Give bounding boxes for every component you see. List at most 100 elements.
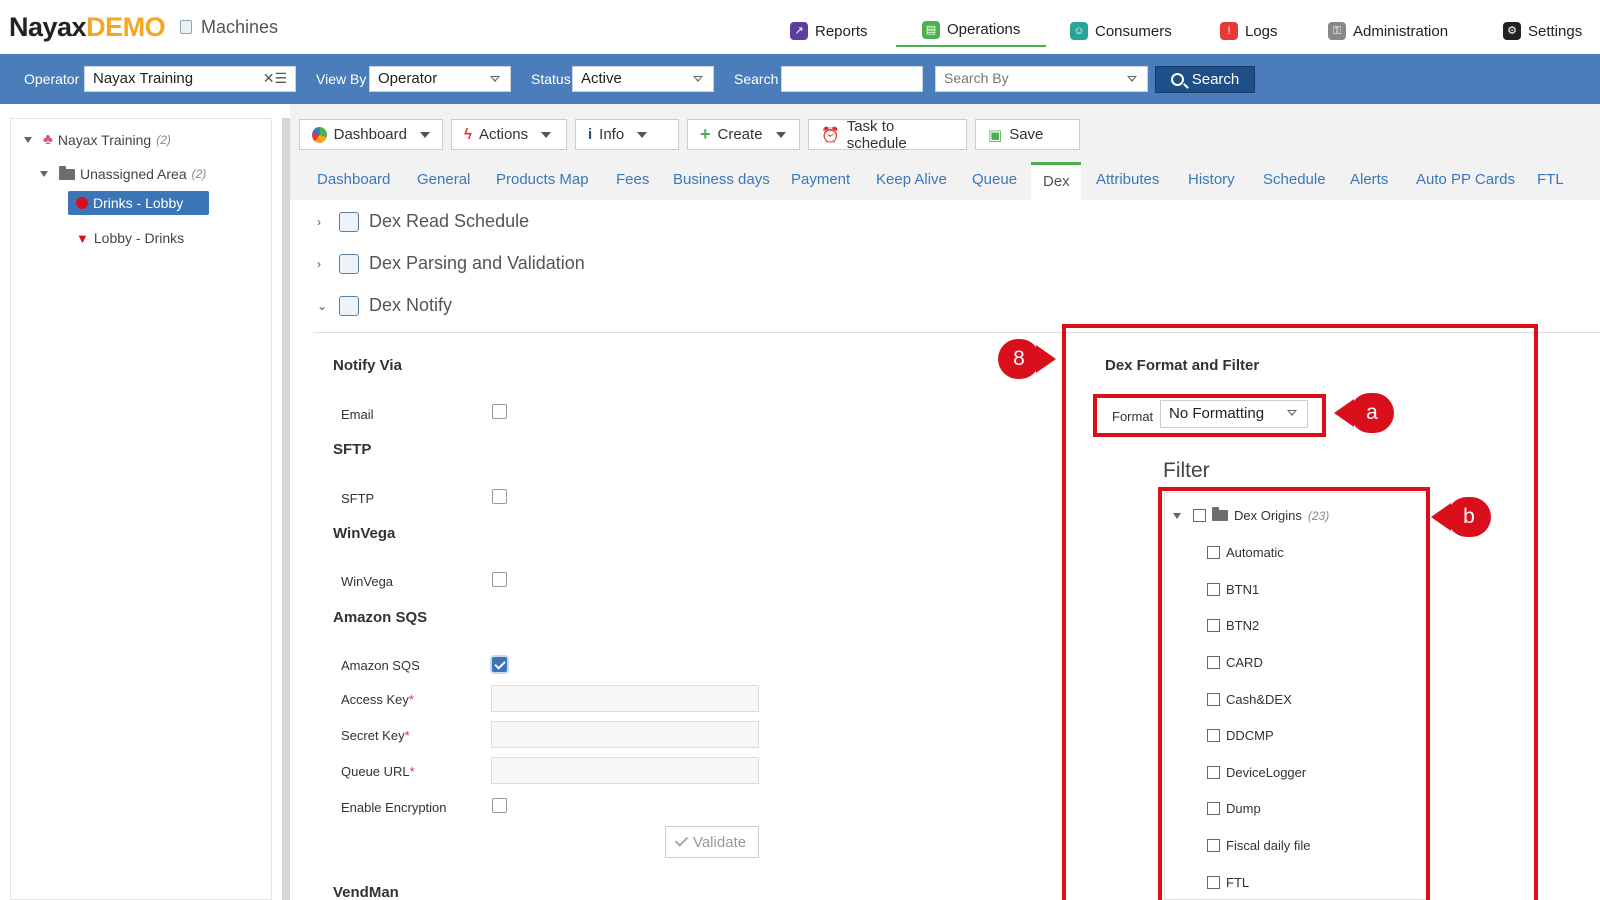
nav-operations[interactable]: ▤ Operations	[896, 14, 1047, 47]
clear-list-icon[interactable]: ✕☰	[263, 70, 287, 87]
chevron-down-icon	[490, 76, 500, 82]
search-label: Search	[734, 71, 779, 87]
tab-keep-alive[interactable]: Keep Alive	[876, 171, 947, 188]
tab-business-days[interactable]: Business days	[673, 171, 770, 188]
tree-machine-lobby-drinks[interactable]: ▼ Lobby - Drinks	[76, 230, 184, 246]
sftp-checkbox[interactable]	[492, 489, 507, 504]
winvega-heading: WinVega	[333, 525, 396, 542]
plus-icon: +	[700, 124, 711, 144]
nav-logs[interactable]: ! Logs	[1220, 15, 1278, 47]
search-input[interactable]	[781, 66, 923, 92]
operator-label: Operator	[24, 71, 80, 87]
nav-administration[interactable]: ⚿ Administration	[1328, 15, 1448, 47]
alert-icon	[76, 197, 88, 209]
nav-settings[interactable]: ⚙ Settings	[1503, 15, 1582, 47]
info-button[interactable]: i Info	[575, 119, 679, 150]
operator-field[interactable]: Nayax Training ✕☰	[84, 66, 296, 92]
tab-ftl[interactable]: FTL	[1537, 171, 1564, 188]
tab-general[interactable]: General	[417, 171, 470, 188]
search-by-select[interactable]: Search By	[935, 66, 1148, 92]
org-icon: ♣	[43, 131, 53, 148]
secret-key-label: Secret Key*	[341, 728, 410, 743]
secret-key-input[interactable]	[491, 721, 759, 748]
chevron-down-icon	[637, 131, 648, 138]
winvega-label: WinVega	[341, 574, 394, 589]
check-icon	[674, 833, 689, 847]
expand-icon[interactable]	[40, 171, 48, 177]
chevron-down-icon	[1127, 76, 1137, 82]
dashboard-button[interactable]: Dashboard	[299, 119, 443, 150]
create-button[interactable]: + Create	[687, 119, 800, 150]
operations-icon: ▤	[922, 20, 940, 39]
section-dex-read-schedule[interactable]: › Dex Read Schedule	[317, 211, 529, 232]
save-button[interactable]: ▣ Save	[975, 119, 1080, 150]
validate-button[interactable]: Validate	[665, 826, 759, 858]
queue-url-input[interactable]	[491, 757, 759, 784]
status-label: Status	[531, 71, 571, 87]
folder-icon	[59, 165, 75, 180]
viewby-select[interactable]: Operator	[369, 66, 511, 92]
chevron-down-icon	[420, 131, 430, 138]
winvega-checkbox[interactable]	[492, 572, 507, 587]
queue-url-label: Queue URL*	[341, 764, 415, 779]
pie-chart-icon	[312, 126, 327, 143]
chevron-down-icon: ⌄	[317, 298, 328, 313]
bolt-icon: ϟ	[464, 126, 472, 143]
nav-reports[interactable]: ↗ Reports	[790, 15, 868, 47]
email-label: Email	[341, 407, 374, 422]
machines-icon	[180, 20, 192, 34]
tab-queue[interactable]: Queue	[972, 171, 1017, 188]
settings-icon: ⚙	[1503, 22, 1521, 40]
vendman-heading: VendMan	[333, 884, 399, 900]
amazon-sqs-heading: Amazon SQS	[333, 609, 428, 626]
dex-schedule-icon	[339, 211, 359, 232]
access-key-label: Access Key*	[341, 692, 414, 707]
callout-b: b	[1431, 497, 1491, 537]
tree-machine-drinks-lobby[interactable]: Drinks - Lobby	[68, 191, 210, 215]
administration-icon: ⚿	[1328, 22, 1346, 40]
enable-encryption-checkbox[interactable]	[492, 798, 507, 813]
tab-products-map[interactable]: Products Map	[496, 171, 589, 188]
chevron-down-icon	[541, 131, 552, 138]
highlight-box-a	[1093, 394, 1326, 437]
actions-button[interactable]: ϟ Actions	[451, 119, 567, 150]
tab-payment[interactable]: Payment	[791, 171, 850, 188]
callout-8: 8	[998, 339, 1056, 379]
top-header: NayaxDEMO Machines ↗ Reports ▤ Operation…	[0, 0, 1600, 54]
dex-notify-icon	[339, 295, 359, 316]
tab-dex[interactable]: Dex	[1031, 162, 1081, 200]
email-checkbox[interactable]	[492, 404, 507, 419]
section-dex-notify[interactable]: ⌄ Dex Notify	[317, 295, 452, 316]
nav-consumers[interactable]: ☺ Consumers	[1070, 15, 1172, 47]
sftp-heading: SFTP	[333, 441, 372, 458]
info-icon: i	[588, 126, 593, 143]
task-to-schedule-button[interactable]: ⏰ Task to schedule	[808, 118, 967, 152]
chevron-down-icon	[775, 131, 786, 138]
section-dex-parsing[interactable]: › Dex Parsing and Validation	[317, 253, 585, 274]
nayax-logo[interactable]: NayaxDEMO	[9, 12, 166, 43]
tree-area-node[interactable]: Unassigned Area (2)	[40, 165, 206, 182]
search-button[interactable]: Search	[1155, 66, 1255, 93]
save-icon: ▣	[988, 126, 1003, 144]
tab-fees[interactable]: Fees	[616, 171, 649, 188]
tab-history[interactable]: History	[1188, 171, 1235, 188]
amazon-sqs-checkbox[interactable]	[492, 657, 507, 672]
consumers-icon: ☺	[1070, 22, 1088, 40]
panel-splitter[interactable]	[282, 118, 290, 900]
chevron-right-icon: ›	[317, 256, 321, 271]
tab-schedule[interactable]: Schedule	[1263, 171, 1326, 188]
reports-icon: ↗	[790, 22, 808, 40]
expand-icon[interactable]	[24, 136, 32, 143]
tab-alerts[interactable]: Alerts	[1350, 171, 1388, 188]
amazon-sqs-label: Amazon SQS	[341, 658, 420, 673]
access-key-input[interactable]	[491, 685, 759, 712]
filter-bar: Operator Nayax Training ✕☰ View By Opera…	[0, 54, 1600, 104]
tab-attributes[interactable]: Attributes	[1096, 171, 1159, 188]
notify-via-heading: Notify Via	[333, 357, 402, 374]
highlight-box-b	[1158, 487, 1430, 900]
tab-dashboard[interactable]: Dashboard	[317, 171, 390, 188]
alarm-clock-icon: ⏰	[821, 126, 840, 144]
tab-auto-pp-cards[interactable]: Auto PP Cards	[1416, 171, 1515, 188]
tree-root-node[interactable]: ♣ Nayax Training (2)	[24, 131, 171, 148]
status-select[interactable]: Active	[572, 66, 714, 92]
